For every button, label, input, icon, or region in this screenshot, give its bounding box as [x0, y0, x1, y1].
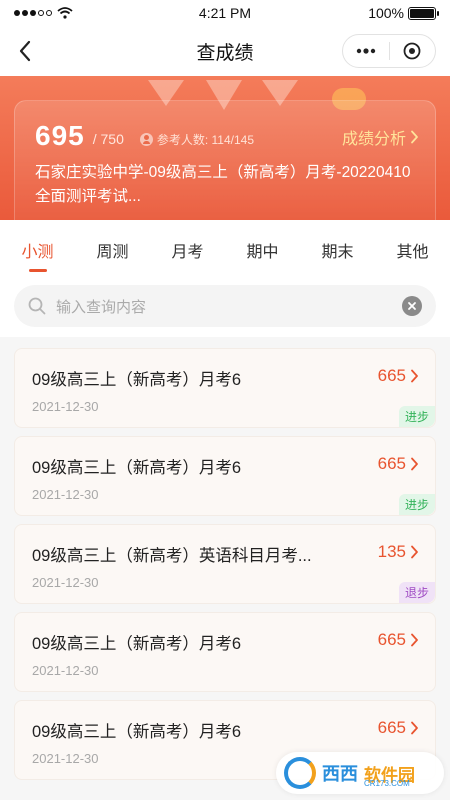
- battery-icon: [408, 6, 439, 20]
- score-card: 695 / 750 参考人数: 114/145 成绩分析 石家庄实验中学-09级…: [14, 100, 436, 220]
- exam-item-score: 665: [378, 630, 419, 650]
- exam-item-date: 2021-12-30: [32, 399, 99, 414]
- exam-item-date: 2021-12-30: [32, 751, 99, 766]
- chevron-right-icon: [411, 721, 418, 735]
- target-icon: [403, 42, 421, 60]
- watermark-sub: CR173.COM: [364, 779, 410, 788]
- exam-item-date: 2021-12-30: [32, 663, 99, 678]
- chevron-right-icon: [411, 633, 418, 647]
- total-score: 695: [35, 120, 85, 151]
- status-bar: 4:21 PM 100%: [0, 0, 450, 26]
- exam-item[interactable]: 09级高三上（新高考）月考6 2021-12-30 665 进步: [14, 348, 436, 428]
- tab-label: 期中: [246, 244, 279, 261]
- exam-item-score: 665: [378, 366, 419, 386]
- mini-program-capsule: [342, 34, 436, 68]
- chevron-right-icon: [411, 545, 418, 559]
- exam-item-date: 2021-12-30: [32, 487, 99, 502]
- exam-item-title: 09级高三上（新高考）月考6: [32, 459, 242, 477]
- exam-list: 09级高三上（新高考）月考6 2021-12-30 665 进步 09级高三上（…: [14, 348, 436, 788]
- more-button[interactable]: [343, 35, 389, 67]
- site-watermark: 西西 软件园 CR173.COM: [276, 752, 444, 794]
- chevron-right-icon: [411, 369, 418, 383]
- tab-label: 小测: [21, 244, 54, 261]
- exam-score-value: 665: [377, 366, 406, 385]
- exam-item-score: 665: [378, 718, 419, 738]
- exam-score-value: 135: [377, 542, 406, 561]
- search-bar[interactable]: 输入查询内容: [14, 285, 436, 327]
- exam-item-title: 09级高三上（新高考）英语科目月考...: [32, 547, 312, 565]
- score-analysis-label: 成绩分析: [341, 131, 406, 148]
- exam-title: 石家庄实验中学-09级高三上（新高考）月考-20220410全面测评考试...: [35, 164, 411, 205]
- active-tab-indicator: [28, 269, 47, 272]
- tab-midterm[interactable]: 期中: [225, 220, 300, 280]
- page-title: 查成绩: [196, 42, 254, 64]
- exam-score-value: 665: [377, 718, 406, 737]
- participants: 参考人数: 114/145: [139, 131, 255, 148]
- exam-score-value: 665: [377, 454, 406, 473]
- progress-badge: 进步: [398, 406, 435, 427]
- tab-label: 月考: [171, 244, 204, 261]
- tab-other[interactable]: 其他: [375, 220, 450, 280]
- exam-type-tabs: 小测 周测 月考 期中 期末 其他: [0, 220, 450, 280]
- tab-weekly[interactable]: 周测: [75, 220, 150, 280]
- exam-item-score: 135: [378, 542, 419, 562]
- tab-label: 周测: [96, 244, 129, 261]
- close-miniprogram-button[interactable]: [390, 35, 436, 67]
- search-input[interactable]: 输入查询内容: [56, 296, 402, 317]
- person-icon: [139, 132, 153, 146]
- close-icon: [408, 302, 416, 310]
- tab-quiz[interactable]: 小测: [0, 220, 75, 280]
- exam-item-title: 09级高三上（新高考）月考6: [32, 635, 242, 653]
- tab-label: 期末: [321, 244, 354, 261]
- watermark-logo-icon: [284, 757, 316, 789]
- participants-text: 参考人数: 114/145: [156, 132, 255, 147]
- back-button[interactable]: [10, 36, 40, 66]
- tab-final[interactable]: 期末: [300, 220, 375, 280]
- exam-item[interactable]: 09级高三上（新高考）月考6 2021-12-30 665: [14, 612, 436, 692]
- search-icon: [28, 297, 46, 315]
- battery-percent: 100%: [368, 5, 404, 21]
- clear-search-button[interactable]: [402, 296, 422, 316]
- chevron-right-icon: [411, 457, 418, 471]
- exam-item-score: 665: [378, 454, 419, 474]
- max-score: / 750: [92, 131, 124, 147]
- exam-item[interactable]: 09级高三上（新高考）英语科目月考... 2021-12-30 135 退步: [14, 524, 436, 604]
- score-analysis-link[interactable]: 成绩分析: [342, 125, 419, 149]
- regress-badge: 退步: [398, 582, 435, 603]
- nav-bar: 查成绩: [0, 26, 450, 76]
- exam-item[interactable]: 09级高三上（新高考）月考6 2021-12-30 665 进步: [14, 436, 436, 516]
- more-icon: [356, 48, 375, 54]
- status-right: 100%: [368, 5, 439, 21]
- progress-badge: 进步: [398, 494, 435, 515]
- tab-monthly[interactable]: 月考: [150, 220, 225, 280]
- exam-item-title: 09级高三上（新高考）月考6: [32, 723, 242, 741]
- chevron-right-icon: [411, 130, 418, 144]
- exam-item-date: 2021-12-30: [32, 575, 99, 590]
- tab-label: 其他: [396, 244, 429, 261]
- score-row: 695 / 750 参考人数: 114/145 成绩分析: [35, 117, 419, 155]
- exam-score-value: 665: [377, 630, 406, 649]
- chevron-left-icon: [19, 40, 31, 62]
- exam-item-title: 09级高三上（新高考）月考6: [32, 371, 242, 389]
- watermark-text-a: 西西: [322, 764, 358, 784]
